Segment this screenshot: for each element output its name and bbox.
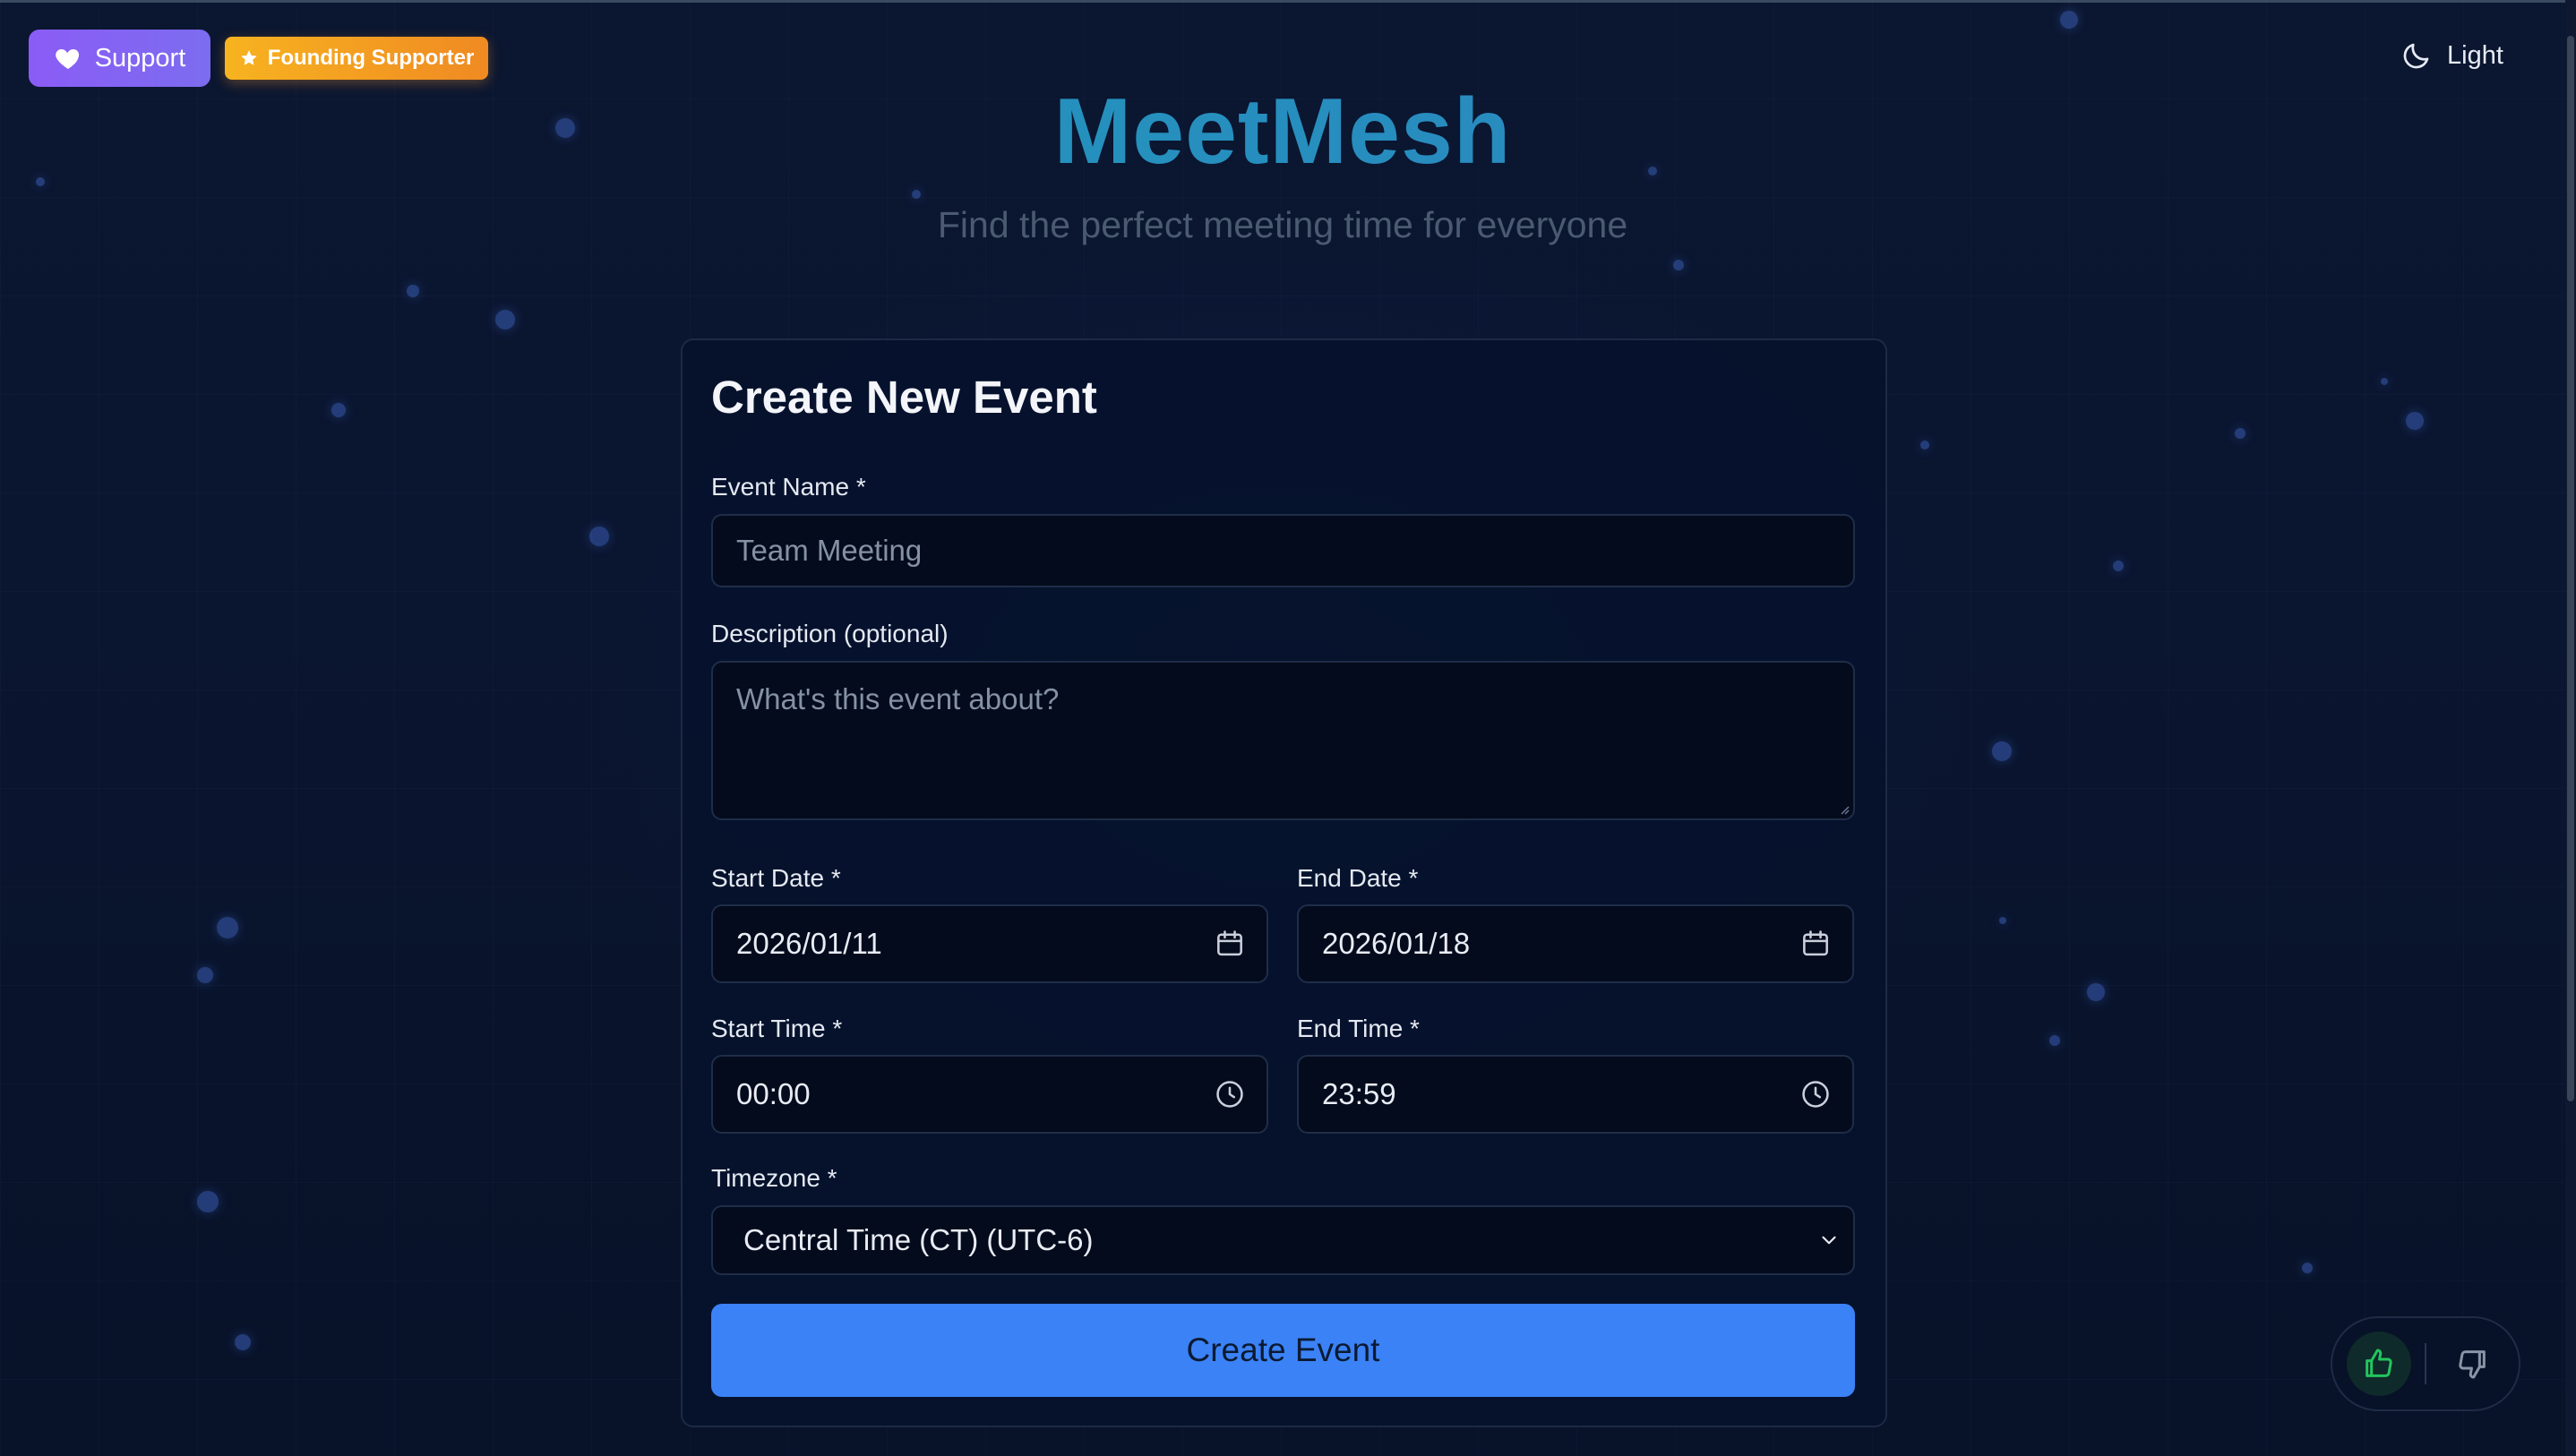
founding-supporter-badge: Founding Supporter (225, 37, 488, 80)
start-time-label: Start Time * (711, 1015, 843, 1042)
description-label: Description (optional) (711, 620, 949, 647)
feedback-divider (2425, 1343, 2426, 1384)
clock-icon[interactable] (1799, 1077, 1833, 1111)
thumbs-down-button[interactable] (2440, 1332, 2504, 1396)
page: Support Founding Supporter Light MeetMes… (0, 0, 2576, 1456)
event-name-label: Event Name * (711, 473, 866, 501)
timezone-select[interactable]: Central Time (CT) (UTC-6) (711, 1205, 1855, 1275)
start-time-value: 00:00 (736, 1077, 811, 1110)
thumbs-up-button[interactable] (2347, 1332, 2411, 1396)
start-date-input[interactable]: 2026/01/11 (711, 904, 1268, 983)
scrollbar-thumb[interactable] (2567, 36, 2574, 1101)
event-name-input[interactable]: Team Meeting (711, 514, 1855, 587)
window-top-border (0, 0, 2576, 3)
description-textarea[interactable]: What's this event about? (711, 661, 1855, 820)
resize-grip-icon[interactable] (1837, 802, 1850, 815)
timezone-label: Timezone * (711, 1164, 837, 1192)
chevron-down-icon (1822, 1236, 1836, 1245)
support-label: Support (94, 43, 186, 73)
theme-toggle-label: Light (2447, 40, 2503, 70)
end-date-label: End Date * (1297, 864, 1419, 892)
star-icon (240, 50, 257, 65)
calendar-icon[interactable] (1799, 927, 1833, 961)
end-date-value: 2026/01/18 (1322, 927, 1471, 960)
event-name-placeholder: Team Meeting (736, 534, 923, 567)
feedback-widget (2331, 1316, 2520, 1411)
form-title: Create New Event (711, 372, 1097, 423)
end-date-input[interactable]: 2026/01/18 (1297, 904, 1854, 983)
description-placeholder: What's this event about? (736, 682, 1060, 715)
start-date-label: Start Date * (711, 864, 841, 892)
heart-icon (55, 49, 79, 69)
create-event-card: Create New Event Event Name * Team Meeti… (681, 338, 1887, 1427)
thumbs-down-icon (2459, 1350, 2486, 1379)
clock-icon[interactable] (1213, 1077, 1247, 1111)
end-time-value: 23:59 (1322, 1077, 1396, 1110)
app-title: MeetMesh (0, 79, 2565, 185)
page-scrollbar[interactable] (2565, 0, 2576, 1456)
end-time-label: End Time * (1297, 1015, 1420, 1042)
end-time-input[interactable]: 23:59 (1297, 1055, 1854, 1134)
start-date-value: 2026/01/11 (736, 927, 882, 960)
moon-icon (2403, 43, 2429, 69)
thumbs-up-icon (2366, 1349, 2392, 1377)
create-event-button[interactable]: Create Event (711, 1304, 1855, 1397)
start-time-input[interactable]: 00:00 (711, 1055, 1268, 1134)
app-subtitle: Find the perfect meeting time for everyo… (937, 204, 1628, 245)
theme-toggle-button[interactable]: Light (2400, 39, 2503, 72)
calendar-icon[interactable] (1213, 927, 1247, 961)
founding-supporter-label: Founding Supporter (267, 46, 475, 70)
timezone-selected-value: Central Time (CT) (UTC-6) (743, 1223, 1094, 1256)
